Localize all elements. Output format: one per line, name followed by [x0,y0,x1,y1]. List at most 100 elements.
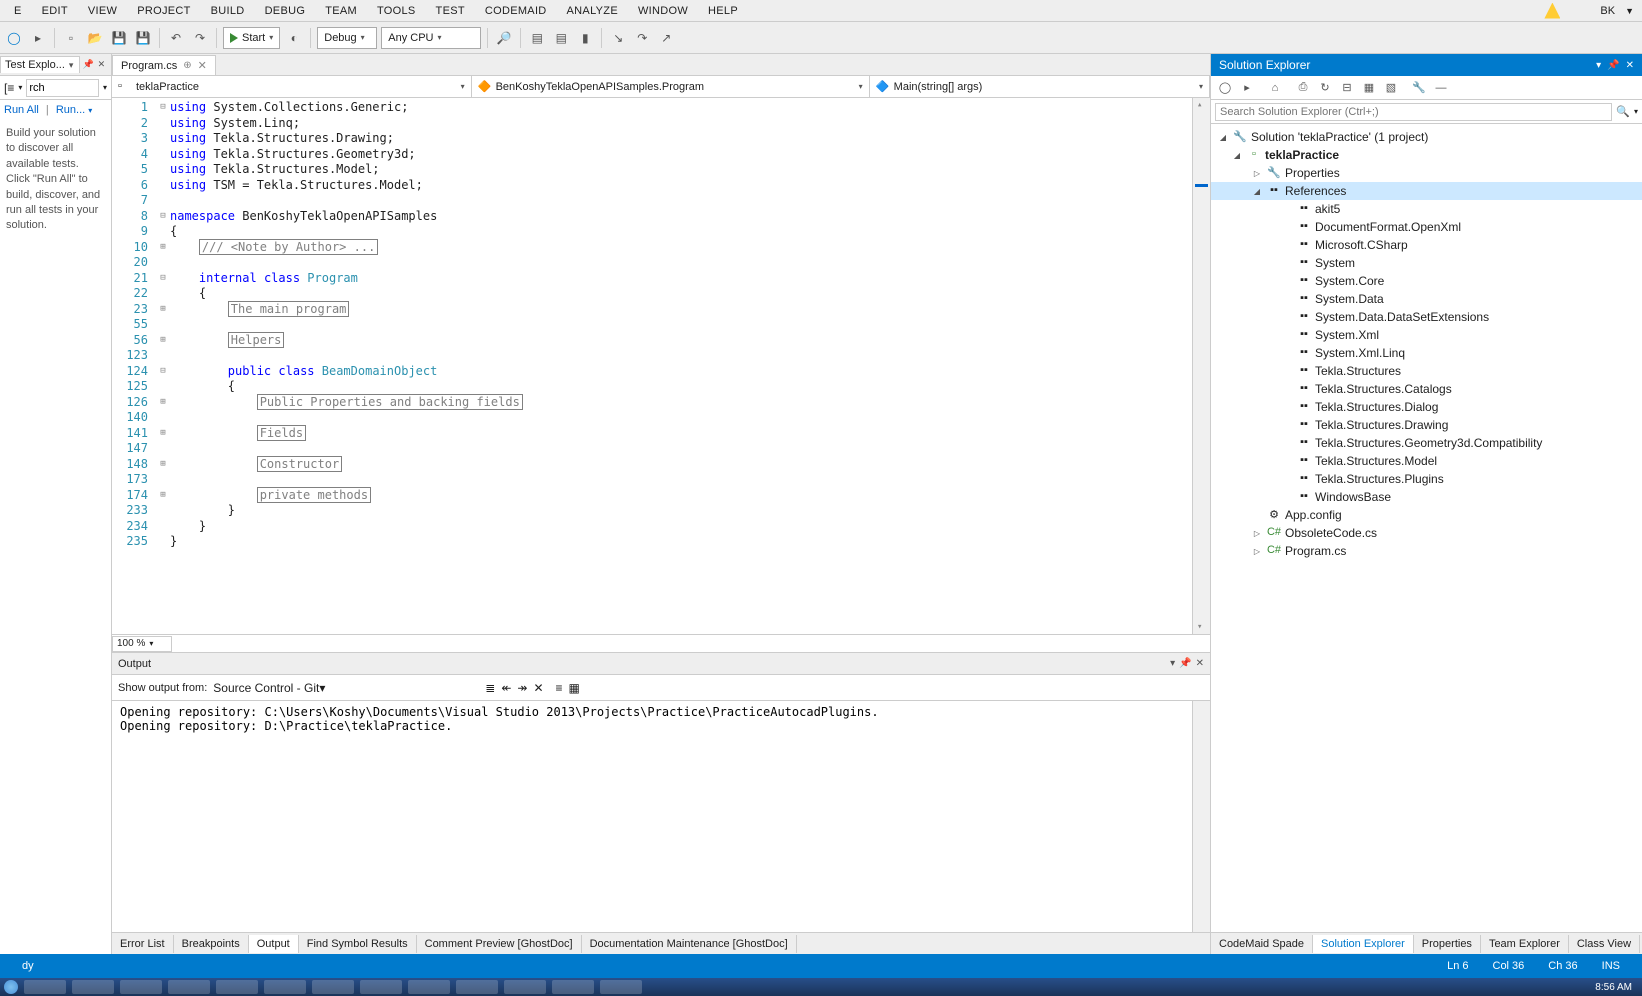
chevron-down-icon[interactable]: ▾ [1596,60,1601,71]
obsolete-node[interactable]: ▷C#ObsoleteCode.cs [1211,524,1642,542]
start-button[interactable]: Start ▾ [223,27,280,49]
test-explorer-tab[interactable]: Test Explo... ▾ [0,56,80,73]
collapse-all-icon[interactable]: ⊟ [1339,80,1355,96]
powerpoint-icon[interactable] [216,980,258,994]
pin-icon[interactable]: 📌 [80,59,95,70]
menu-file[interactable]: E [4,3,32,19]
word-wrap-icon[interactable]: ≡ [556,681,563,695]
chrome-icon[interactable] [168,980,210,994]
properties-icon[interactable]: ▧ [1383,80,1399,96]
menu-analyze[interactable]: ANALYZE [557,3,628,19]
pin-icon[interactable]: ⊕ [183,60,191,71]
reference-item[interactable]: ▪▪Tekla.Structures.Geometry3d.Compatibil… [1211,434,1642,452]
taskbar-clock[interactable]: 8:56 AM [1589,982,1638,993]
run-all-link[interactable]: Run All [4,104,39,116]
reference-item[interactable]: ▪▪Tekla.Structures.Catalogs [1211,380,1642,398]
references-node[interactable]: ◢▪▪References [1211,182,1642,200]
menu-build[interactable]: BUILD [201,3,255,19]
step-out-icon[interactable]: ↗ [656,28,676,48]
properties-node[interactable]: ▷🔧Properties [1211,164,1642,182]
config-combo[interactable]: Debug▾ [317,27,377,49]
run-dropdown-icon[interactable]: ▾ [88,106,92,115]
reference-item[interactable]: ▪▪Tekla.Structures [1211,362,1642,380]
file-tab-program[interactable]: Program.cs ⊕ ✕ [112,55,216,75]
reference-item[interactable]: ▪▪Tekla.Structures.Model [1211,452,1642,470]
bottom-tab[interactable]: Output [249,935,299,953]
reference-item[interactable]: ▪▪Tekla.Structures.Plugins [1211,470,1642,488]
right-tab[interactable]: CodeMaid Spade [1211,935,1313,953]
bottom-tab[interactable]: Find Symbol Results [299,935,417,953]
close-icon[interactable]: ✕ [96,59,108,70]
reference-item[interactable]: ▪▪System.Data [1211,290,1642,308]
ie-icon[interactable] [72,980,114,994]
program-node[interactable]: ▷C#Program.cs [1211,542,1642,560]
step-over-icon[interactable]: ↷ [632,28,652,48]
code-editor[interactable]: 1234567891020212223555612312412512614014… [112,98,1210,634]
nav-back-icon[interactable]: ◯ [4,28,24,48]
app-icon[interactable] [360,980,402,994]
prev-icon[interactable]: ↞ [501,681,511,695]
bottom-tab[interactable]: Error List [112,935,174,953]
search-icon[interactable]: ▾ [103,83,107,92]
output-scrollbar[interactable] [1192,701,1210,932]
pin-icon[interactable]: 📌 [1607,60,1619,71]
save-all-icon[interactable]: 💾 [133,28,153,48]
menu-team[interactable]: TEAM [315,3,367,19]
back-icon[interactable]: ◯ [1217,80,1233,96]
search-icon[interactable]: 🔍 [1612,105,1634,118]
bottom-tab[interactable]: Breakpoints [174,935,249,953]
menu-codemaid[interactable]: CODEMAID [475,3,557,19]
menu-edit[interactable]: EDIT [32,3,78,19]
notepad-icon[interactable] [504,980,546,994]
next-icon[interactable]: ↠ [517,681,527,695]
forward-icon[interactable]: ▸ [1239,80,1255,96]
collapse-icon[interactable]: ▦ [569,681,580,695]
group-arrow-icon[interactable]: ▾ [18,83,22,92]
dash-icon[interactable]: — [1433,80,1449,96]
reference-item[interactable]: ▪▪Tekla.Structures.Dialog [1211,398,1642,416]
solution-tree[interactable]: ◢🔧Solution 'teklaPractice' (1 project) ◢… [1211,124,1642,932]
menu-test[interactable]: TEST [426,3,475,19]
right-tab[interactable]: Solution Explorer [1313,935,1414,953]
bottom-tab[interactable]: Documentation Maintenance [GhostDoc] [582,935,797,953]
reference-item[interactable]: ▪▪System.Core [1211,272,1642,290]
reference-item[interactable]: ▪▪System.Data.DataSetExtensions [1211,308,1642,326]
comment-icon[interactable]: ▤ [527,28,547,48]
right-tab[interactable]: Properties [1414,935,1481,953]
word-icon[interactable] [120,980,162,994]
close-icon[interactable]: ✕ [1196,658,1204,669]
explorer-icon[interactable] [24,980,66,994]
appconfig-node[interactable]: ⚙App.config [1211,506,1642,524]
run-link[interactable]: Run... [56,104,85,116]
test-search-input[interactable] [26,79,99,97]
redo-icon[interactable]: ↷ [190,28,210,48]
vs-icon[interactable] [456,980,498,994]
editor-scrollbar[interactable] [1192,98,1210,634]
refresh-icon[interactable]: ↻ [1317,80,1333,96]
step-into-icon[interactable]: ↘ [608,28,628,48]
uncomment-icon[interactable]: ▤ [551,28,571,48]
close-icon[interactable]: ✕ [1626,60,1634,71]
reference-item[interactable]: ▪▪System.Xml [1211,326,1642,344]
nav-project[interactable]: ▫ teklaPractice▾ [112,76,472,97]
bookmark-icon[interactable]: ▮ [575,28,595,48]
bottom-tab[interactable]: Comment Preview [GhostDoc] [417,935,582,953]
reference-item[interactable]: ▪▪Tekla.Structures.Drawing [1211,416,1642,434]
nav-method[interactable]: 🔷 Main(string[] args)▾ [870,76,1210,97]
right-tab[interactable]: Team Explorer [1481,935,1569,953]
output-body[interactable]: Opening repository: C:\Users\Koshy\Docum… [112,701,1210,932]
zoom-combo[interactable]: 100 %▾ [112,636,172,652]
open-file-icon[interactable]: 📂 [85,28,105,48]
skype-icon[interactable] [408,980,450,994]
windows-taskbar[interactable]: 8:56 AM [0,978,1642,996]
undo-icon[interactable]: ↶ [166,28,186,48]
right-tab[interactable]: Class View [1569,935,1640,953]
nav-class[interactable]: 🔶 BenKoshyTeklaOpenAPISamples.Program▾ [472,76,870,97]
output-source-combo[interactable]: Source Control - Git▾ [213,681,473,695]
user-dropdown-icon[interactable]: ▼ [1625,6,1638,16]
nav-forward-icon[interactable]: ▸ [28,28,48,48]
sync-icon[interactable]: ⎙ [1295,80,1311,96]
reference-item[interactable]: ▪▪System [1211,254,1642,272]
menu-window[interactable]: WINDOW [628,3,698,19]
chevron-down-icon[interactable]: ▾ [1170,658,1175,669]
